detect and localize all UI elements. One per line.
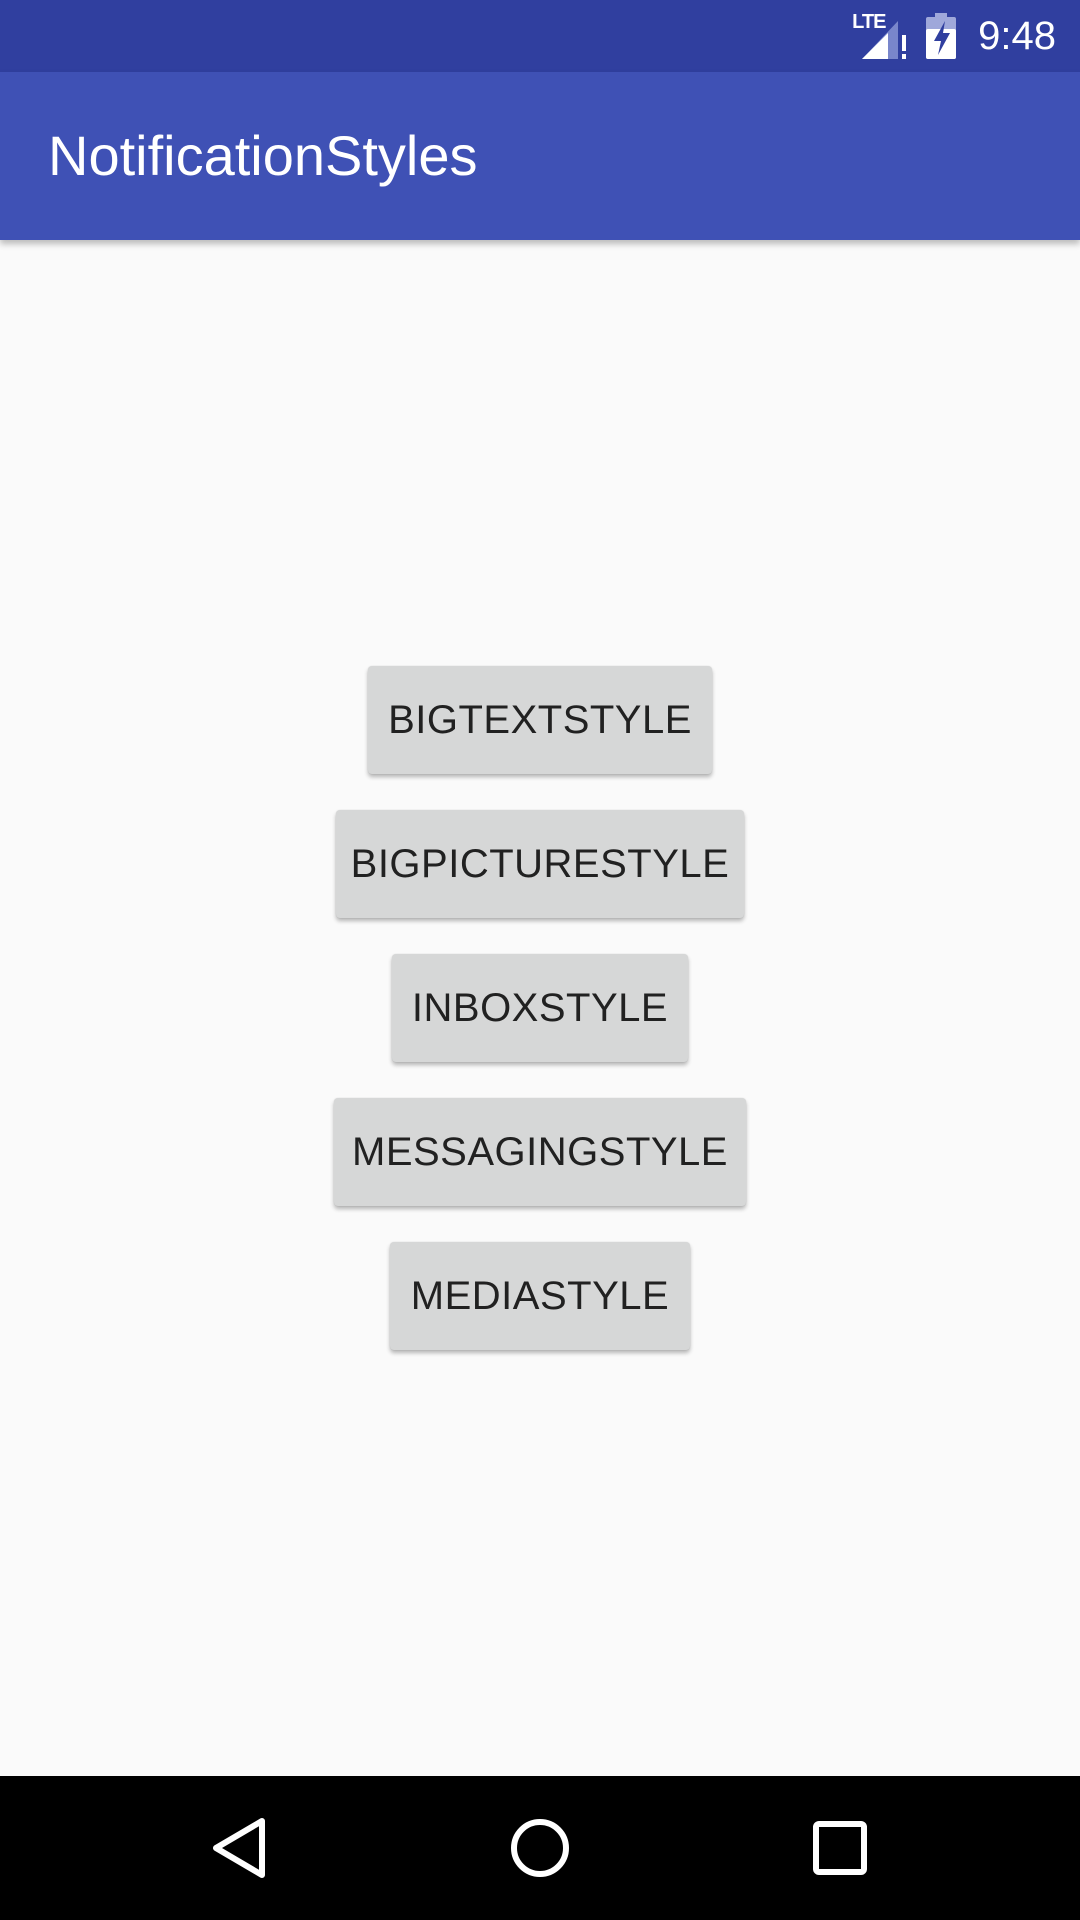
back-button[interactable] — [160, 1776, 320, 1920]
recents-button[interactable] — [760, 1776, 920, 1920]
bigpicturestyle-button[interactable]: BIGPICTURESTYLE — [336, 810, 744, 918]
home-button[interactable] — [460, 1776, 620, 1920]
recents-icon — [813, 1821, 867, 1875]
lte-signal-icon: LTE — [852, 11, 908, 59]
bigtextstyle-button[interactable]: BIGTEXTSTYLE — [368, 666, 712, 774]
main-content: BIGTEXTSTYLE BIGPICTURESTYLE INBOXSTYLE … — [0, 240, 1080, 1776]
app-title: NotificationStyles — [48, 124, 478, 187]
mediastyle-button[interactable]: MEDIASTYLE — [390, 1242, 690, 1350]
messagingstyle-button[interactable]: MESSAGINGSTYLE — [334, 1098, 746, 1206]
home-icon — [511, 1819, 569, 1877]
app-bar: NotificationStyles — [0, 72, 1080, 240]
status-icons: LTE 9:48 — [852, 0, 1056, 72]
status-clock: 9:48 — [978, 13, 1056, 58]
inboxstyle-button[interactable]: INBOXSTYLE — [392, 954, 688, 1062]
back-icon — [213, 1818, 265, 1878]
battery-charging-icon — [926, 13, 957, 59]
navigation-bar — [0, 1776, 1080, 1920]
status-bar: LTE 9:48 — [0, 0, 1080, 72]
